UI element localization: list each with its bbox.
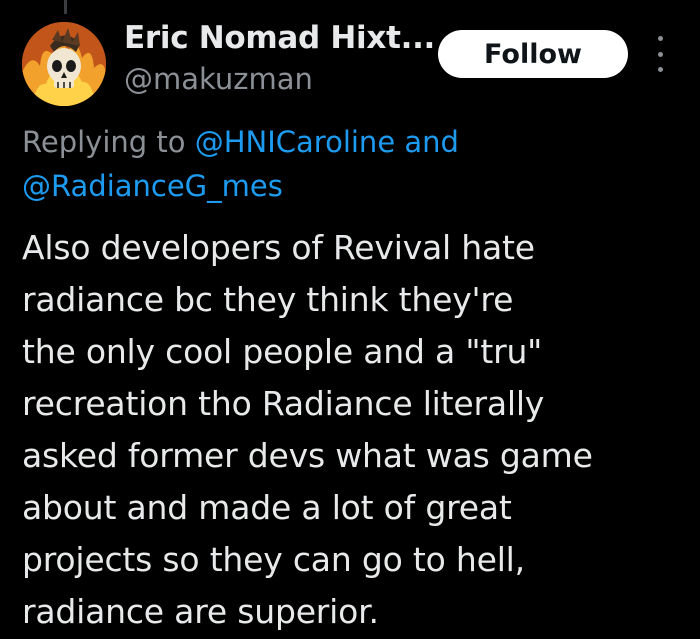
author-avatar[interactable] [22,22,106,106]
tweet-text-line: about and made a lot of great [22,488,512,527]
reply-context-line-1: Replying to @HNICaroline and [22,120,682,164]
more-dot [657,67,663,72]
author-handle[interactable]: @makuzman [124,62,313,96]
mention-link-radiancegmes[interactable]: @RadianceG_mes [22,169,283,203]
more-dot [657,36,663,41]
tweet-text-line: projects so they can go to hell, [22,540,525,579]
mention-link-hnicaroline[interactable]: @HNICaroline [195,125,395,159]
tweet-text-line: radiance are superior. [22,592,379,631]
author-display-name[interactable]: Eric Nomad Hixt... [124,20,435,56]
tweet-text: Also developers of Revival hate radiance… [22,222,682,638]
thread-connector-line [64,0,67,14]
tweet-text-line: asked former devs what was game [22,436,593,475]
reply-context-line-2: @RadianceG_mes [22,164,682,208]
more-vertical-icon[interactable] [650,36,670,72]
tweet-text-line: Also developers of Revival hate [22,228,535,267]
reply-prefix: Replying to [22,125,195,159]
tweet-text-line: radiance bc they think they're [22,280,514,319]
flaming-skull-avatar-icon [22,22,106,106]
follow-button[interactable]: Follow [438,30,628,78]
more-dot [657,51,663,57]
tweet-text-line: the only cool people and a "tru" [22,332,543,371]
reply-joiner[interactable]: and [395,125,459,159]
reply-context: Replying to @HNICaroline and @RadianceG_… [22,120,682,208]
tweet-text-line: recreation tho Radiance literally [22,384,545,423]
